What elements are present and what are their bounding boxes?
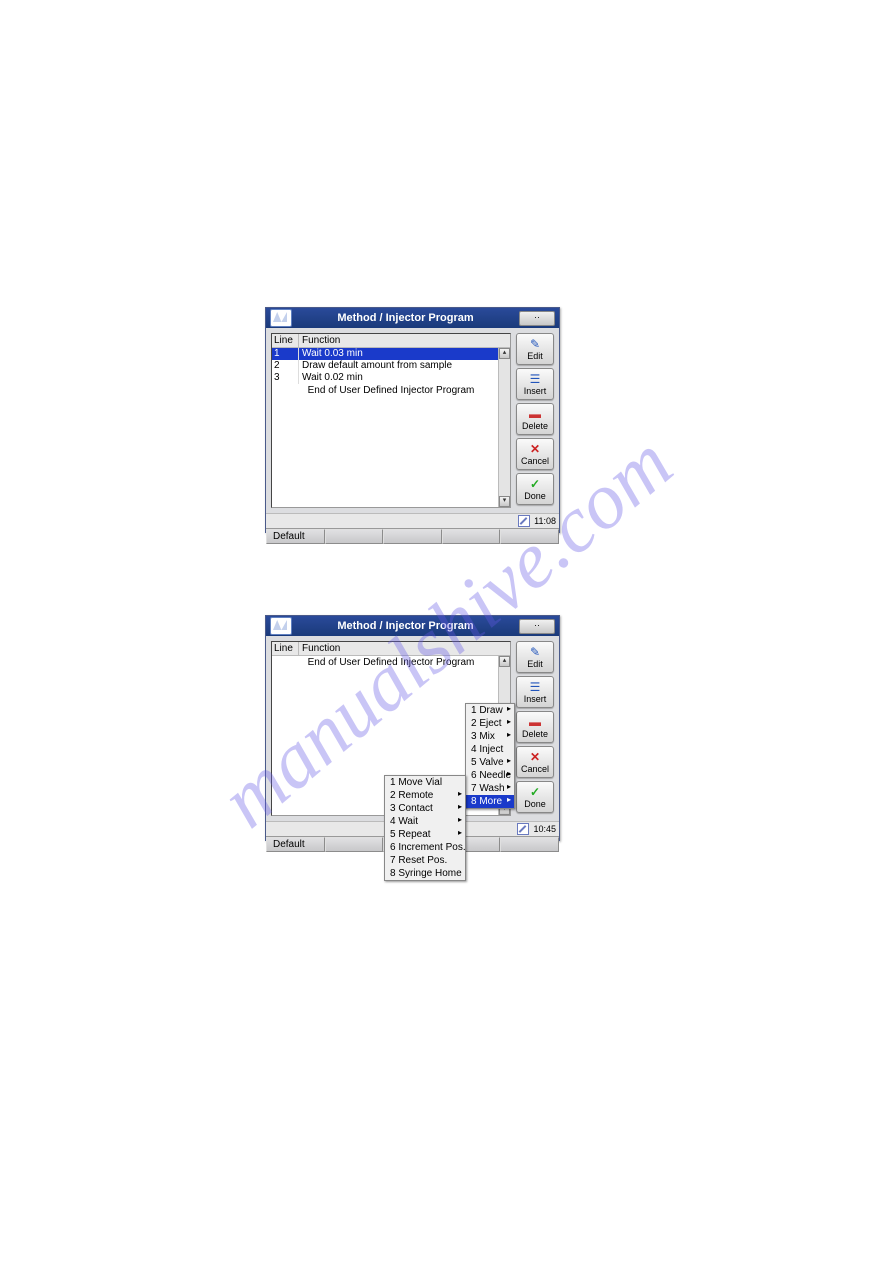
menu-item-eject[interactable]: 2 Eject — [466, 717, 514, 730]
menu-item-wash[interactable]: 7 Wash — [466, 782, 514, 795]
status-icon — [517, 823, 529, 835]
table-header: Line Function — [272, 334, 510, 348]
injector-program-panel-2: Method / Injector Program ·· Line Functi… — [265, 615, 560, 841]
delete-button[interactable]: ▬ Delete — [516, 403, 554, 435]
footer-tab[interactable] — [383, 529, 442, 544]
titlebar-button[interactable]: ·· — [519, 311, 555, 326]
cell-function: Draw default amount from sample — [299, 360, 510, 372]
button-label: Cancel — [521, 764, 549, 774]
button-label: Insert — [524, 694, 547, 704]
footer-tab[interactable] — [442, 529, 501, 544]
cancel-icon: ✕ — [527, 443, 543, 456]
menu-item-mix[interactable]: 3 Mix — [466, 730, 514, 743]
cell-function: Wait 0.02 min — [299, 372, 510, 384]
menu-item-remote[interactable]: 2 Remote — [385, 789, 465, 802]
button-label: Done — [524, 491, 546, 501]
status-time: 11:08 — [534, 516, 556, 526]
titlebar: Method / Injector Program ·· — [266, 616, 559, 636]
scroll-up-button[interactable]: ▴ — [499, 348, 510, 359]
status-time: 10:45 — [533, 824, 556, 834]
program-table[interactable]: Line Function 1 Wait 0.03 min 2 Draw def… — [271, 333, 511, 508]
edit-icon: ✎ — [527, 646, 543, 659]
done-button[interactable]: ✓ Done — [516, 473, 554, 505]
menu-item-repeat[interactable]: 5 Repeat — [385, 828, 465, 841]
button-label: Delete — [522, 421, 548, 431]
titlebar-button[interactable]: ·· — [519, 619, 555, 634]
col-header-line: Line — [272, 642, 299, 655]
table-header: Line Function — [272, 642, 510, 656]
menu-item-move-vial[interactable]: 1 Move Vial — [385, 776, 465, 789]
menu-item-syringe-home[interactable]: 8 Syringe Home — [385, 867, 465, 880]
menu-item-reset-pos[interactable]: 7 Reset Pos. — [385, 854, 465, 867]
table-row[interactable]: 2 Draw default amount from sample — [272, 360, 510, 372]
button-label: Delete — [522, 729, 548, 739]
edit-button[interactable]: ✎ Edit — [516, 333, 554, 365]
cell-function: Wait 0.03 min — [299, 348, 510, 360]
menu-item-contact[interactable]: 3 Contact — [385, 802, 465, 815]
titlebar: Method / Injector Program ·· — [266, 308, 559, 328]
footer-tab[interactable] — [325, 837, 384, 852]
menu-item-wait[interactable]: 4 Wait — [385, 815, 465, 828]
delete-button[interactable]: ▬ Delete — [516, 711, 554, 743]
book-icon — [270, 617, 292, 635]
table-row[interactable]: 1 Wait 0.03 min — [272, 348, 510, 360]
menu-item-needle[interactable]: 6 Needle — [466, 769, 514, 782]
cell-line: 1 — [272, 348, 299, 360]
insert-button[interactable]: ☰ Insert — [516, 368, 554, 400]
menu-item-more[interactable]: 8 More — [466, 795, 514, 808]
menu-item-valve[interactable]: 5 Valve — [466, 756, 514, 769]
col-header-line: Line — [272, 334, 299, 347]
insert-button[interactable]: ☰ Insert — [516, 676, 554, 708]
edit-button[interactable]: ✎ Edit — [516, 641, 554, 673]
delete-icon: ▬ — [527, 408, 543, 421]
window-title: Method / Injector Program — [292, 620, 519, 632]
done-button[interactable]: ✓ Done — [516, 781, 554, 813]
button-label: Cancel — [521, 456, 549, 466]
scroll-up-button[interactable]: ▴ — [499, 656, 510, 667]
window-title: Method / Injector Program — [292, 312, 519, 324]
status-icon — [518, 515, 530, 527]
footer-tab-default[interactable]: Default — [266, 837, 325, 852]
injector-program-panel-1: Method / Injector Program ·· Line Functi… — [265, 307, 560, 533]
col-header-function: Function — [299, 642, 510, 655]
end-of-program-row: End of User Defined Injector Program — [272, 656, 510, 669]
footer-tab[interactable] — [500, 529, 559, 544]
button-label: Edit — [527, 659, 543, 669]
side-button-column: ✎ Edit ☰ Insert ▬ Delete ✕ Cancel ✓ Done — [516, 641, 554, 816]
insert-icon: ☰ — [527, 681, 543, 694]
scroll-down-button[interactable]: ▾ — [499, 496, 510, 507]
menu-item-inject[interactable]: 4 Inject — [466, 743, 514, 756]
footer-tab-default[interactable]: Default — [266, 529, 325, 544]
menu-item-increment-pos[interactable]: 6 Increment Pos. — [385, 841, 465, 854]
menu-item-draw[interactable]: 1 Draw — [466, 704, 514, 717]
cell-line: 2 — [272, 360, 299, 372]
button-label: Done — [524, 799, 546, 809]
button-label: Edit — [527, 351, 543, 361]
table-row[interactable]: 3 Wait 0.02 min — [272, 372, 510, 384]
cancel-button[interactable]: ✕ Cancel — [516, 746, 554, 778]
col-header-function: Function — [299, 334, 510, 347]
insert-icon: ☰ — [527, 373, 543, 386]
footer-tabs: Default — [266, 528, 559, 544]
end-of-program-row: End of User Defined Injector Program — [272, 384, 510, 397]
cancel-icon: ✕ — [527, 751, 543, 764]
scrollbar-vertical[interactable]: ▴ ▾ — [498, 348, 510, 507]
function-menu[interactable]: 1 Draw 2 Eject 3 Mix 4 Inject 5 Valve 6 … — [465, 703, 515, 809]
cancel-button[interactable]: ✕ Cancel — [516, 438, 554, 470]
book-icon — [270, 309, 292, 327]
delete-icon: ▬ — [527, 716, 543, 729]
footer-tab[interactable] — [325, 529, 384, 544]
footer-tab[interactable] — [500, 837, 559, 852]
side-button-column: ✎ Edit ☰ Insert ▬ Delete ✕ Cancel ✓ Done — [516, 333, 554, 508]
cell-line: 3 — [272, 372, 299, 384]
edit-icon: ✎ — [527, 338, 543, 351]
done-icon: ✓ — [527, 478, 543, 491]
done-icon: ✓ — [527, 786, 543, 799]
button-label: Insert — [524, 386, 547, 396]
function-submenu[interactable]: 1 Move Vial 2 Remote 3 Contact 4 Wait 5 … — [384, 775, 466, 881]
status-bar: 11:08 — [266, 513, 559, 528]
